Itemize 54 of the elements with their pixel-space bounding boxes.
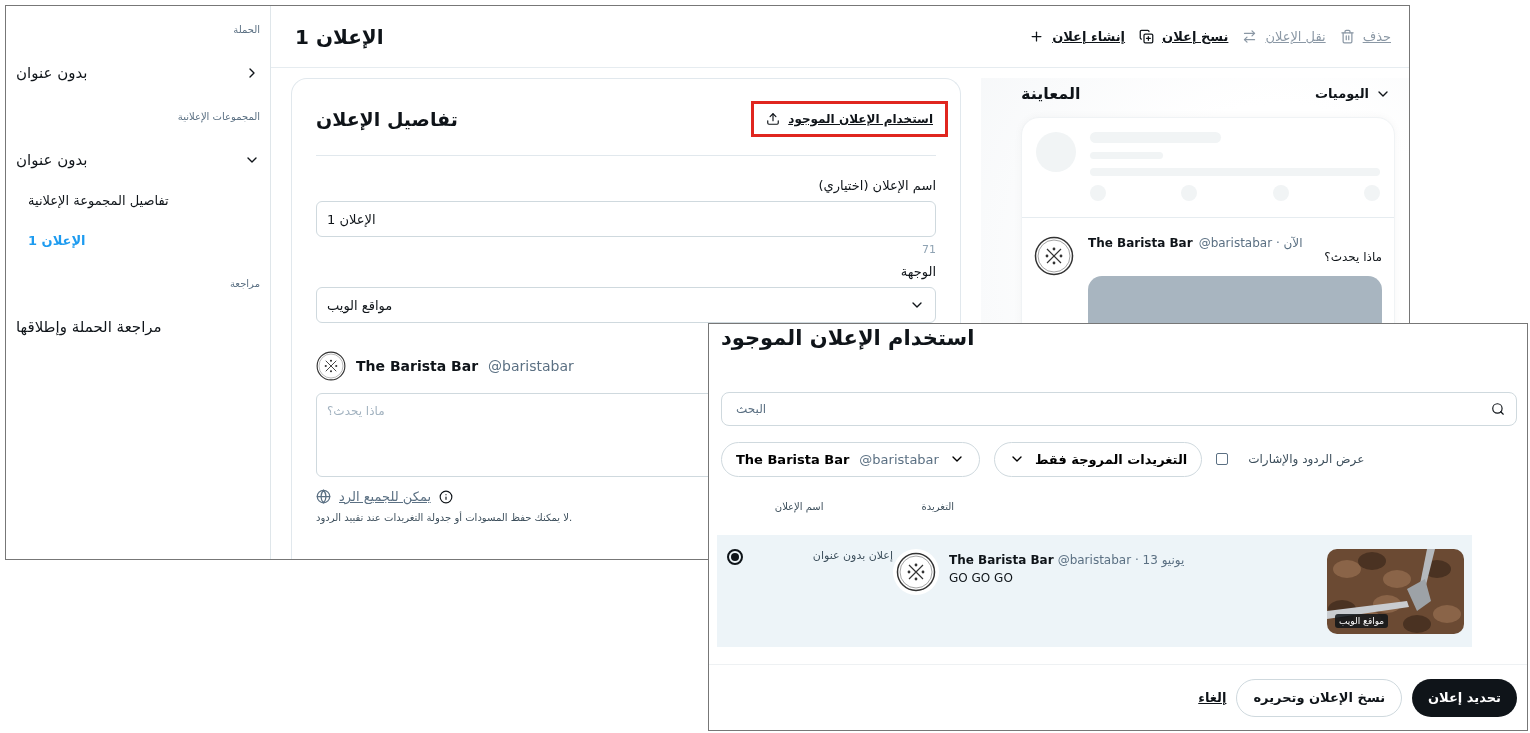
avatar-icon <box>316 351 346 381</box>
checkbox-label: عرض الردود والإشارات <box>1248 452 1365 466</box>
dialog-button[interactable]: تحديد إعلان <box>1412 678 1517 717</box>
character-counter: 71 <box>921 243 936 256</box>
column-header: التغريدة <box>921 500 954 512</box>
column-header: اسم الإعلان <box>774 500 824 512</box>
info-icon <box>439 489 454 504</box>
account-name: The Barista Bar <box>356 358 479 374</box>
search-icon <box>1491 402 1505 416</box>
destination-badge: مواقع الويب <box>1335 614 1389 628</box>
destination-select[interactable]: مواقع الويب <box>316 287 936 323</box>
copy-icon <box>1139 29 1155 44</box>
dialog-button[interactable]: نسخ الإعلان وتحريره <box>1236 678 1402 717</box>
sidebar-item[interactable]: بدون عنوان <box>16 140 260 180</box>
field-label: اسم الإعلان (اختياري) <box>817 178 936 193</box>
preview-title: المعاينة <box>1021 84 1081 103</box>
checkbox[interactable] <box>1216 453 1229 465</box>
input-field[interactable]: الإعلان 1 <box>316 201 936 237</box>
use-existing-link[interactable]: استخدام الإعلان الموجود <box>751 101 948 137</box>
tweet-text: GO GO GO <box>949 571 1014 585</box>
sidebar-item[interactable]: بدون عنوان <box>16 53 260 93</box>
field-label: الوجهة <box>899 264 936 279</box>
sidebar-item[interactable]: تفاصيل المجموعة الإعلانية <box>16 180 260 220</box>
avatar-icon <box>896 552 936 592</box>
cancel-link[interactable]: إلغاء <box>1198 690 1227 705</box>
tweet-text: ماذا يحدث؟ <box>1323 250 1382 264</box>
sidebar-item[interactable]: مراجعة الحملة وإطلاقها <box>16 307 260 347</box>
section-label: مراجعة <box>228 278 260 289</box>
action-link[interactable]: نسخ إعلان <box>1162 29 1229 44</box>
placement-select[interactable]: اليوميات <box>1314 85 1391 102</box>
note-text: لا يمكنك حفظ المسودات أو جدولة التغريدات عند تقييد الردود. <box>316 512 574 523</box>
type-filter[interactable]: التغريدات المروجة فقط <box>993 441 1203 477</box>
search-field[interactable]: البحث <box>721 392 1517 426</box>
globe-icon <box>316 489 331 504</box>
trash-icon <box>1339 29 1355 44</box>
account-filter[interactable]: The Barista Bar @baristabar <box>721 441 980 477</box>
tweet-meta: @baristabar · الآن <box>1198 236 1303 250</box>
tweet-meta: @baristabar · 13 يونيو <box>1057 553 1185 567</box>
reply-setting-link[interactable]: يمكن للجميع الرد <box>339 489 432 504</box>
section-label: المجموعات الإعلانية <box>176 111 260 122</box>
card-title: تفاصيل الإعلان <box>316 108 458 130</box>
section-label: الحملة <box>232 24 260 35</box>
account-name: The Barista Bar <box>949 553 1054 567</box>
ad-name: إعلان بدون عنوان <box>811 549 893 562</box>
upload-icon <box>766 112 781 126</box>
avatar-icon <box>1034 236 1074 276</box>
dialog-title: استخدام الإعلان الموجود <box>721 326 976 352</box>
account-name: The Barista Bar <box>1088 236 1193 250</box>
radio-button[interactable] <box>727 549 743 565</box>
account-handle: @baristabar <box>488 358 574 374</box>
plus-icon <box>1029 29 1045 44</box>
page-title: الإعلان 1 <box>295 24 384 49</box>
swap-arrows-icon <box>1242 29 1258 44</box>
action-link[interactable]: إنشاء إعلان <box>1052 29 1126 44</box>
